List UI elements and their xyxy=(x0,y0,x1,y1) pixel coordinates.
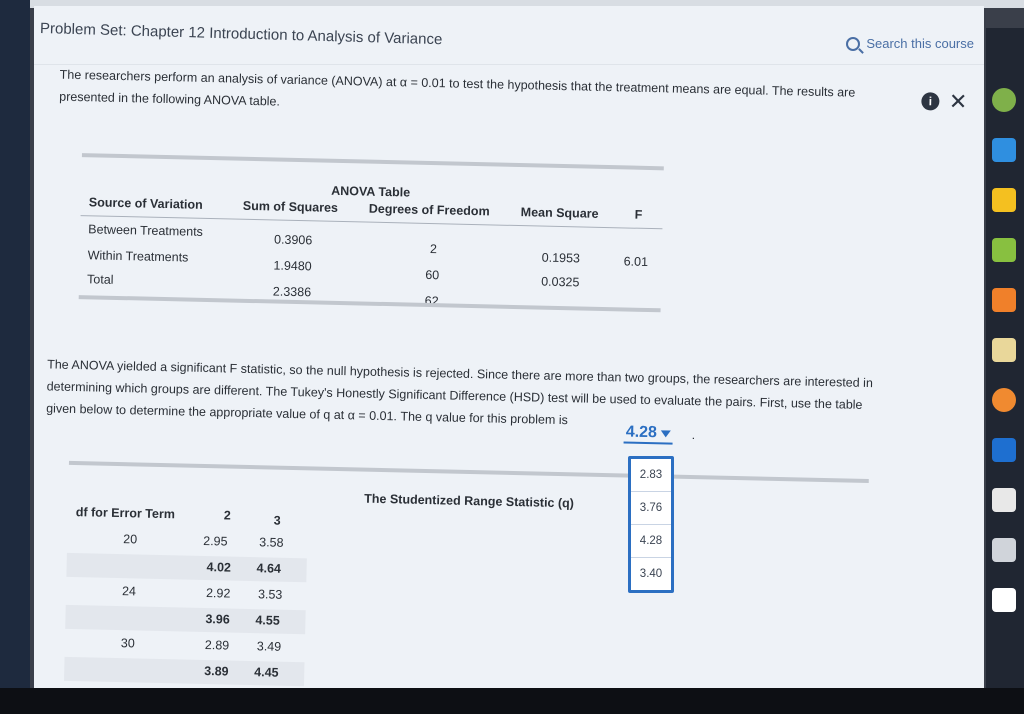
anova-header-df: Degrees of Freedom xyxy=(368,201,490,219)
table-row: 20 2.95 3.58 xyxy=(67,527,307,556)
anova-row-df: 62 xyxy=(424,293,439,309)
search-course-link[interactable]: Search this course xyxy=(846,36,974,51)
tukey-top-rule xyxy=(68,460,869,484)
anova-row-df: 60 xyxy=(425,267,440,283)
drive-icon[interactable] xyxy=(992,188,1016,212)
book-icon[interactable] xyxy=(992,438,1016,462)
tukey-cell-k3: 4.45 xyxy=(254,665,279,680)
pen-icon[interactable] xyxy=(992,238,1016,262)
table-row: 3.96 4.55 xyxy=(65,604,306,635)
table-row: 24 2.92 3.53 xyxy=(66,579,306,608)
anova-top-rule xyxy=(81,153,664,171)
title-bar: Problem Set: Chapter 12 Introduction to … xyxy=(34,6,984,65)
tukey-caption: The Studentized Range Statistic (q) xyxy=(364,491,575,511)
tukey-cell-k3: 4.55 xyxy=(255,613,280,628)
tukey-cell-k2: 4.02 xyxy=(206,560,232,575)
tukey-cell-k2: 2.95 xyxy=(203,533,228,549)
tukey-cell-k2: 3.96 xyxy=(205,612,230,627)
anova-row-ss: 0.3906 xyxy=(273,232,313,248)
anova-row-df: 2 xyxy=(429,242,438,257)
tukey-cell-k3: 3.53 xyxy=(257,587,283,602)
q-dropdown-list: 2.83 3.76 4.28 3.40 xyxy=(628,456,674,593)
anova-row-ms: 0.0325 xyxy=(541,274,580,290)
tukey-cell-df: 30 xyxy=(120,636,135,651)
tukey-cell-k2: 2.92 xyxy=(205,586,231,601)
screen-bezel-bottom xyxy=(0,688,1024,714)
problem-page: Problem Set: Chapter 12 Introduction to … xyxy=(34,6,984,688)
rss-icon[interactable] xyxy=(992,288,1016,312)
q-option[interactable]: 2.83 xyxy=(631,459,671,492)
sentence-period: . xyxy=(691,428,696,443)
info-icon[interactable]: i xyxy=(921,92,940,111)
search-icon xyxy=(846,36,861,51)
dictionary-icon[interactable] xyxy=(992,338,1016,362)
anova-row-source: Between Treatments xyxy=(88,222,204,239)
extension-rail xyxy=(986,28,1024,688)
green-circle-icon[interactable] xyxy=(992,88,1016,112)
tukey-cell-k3: 4.64 xyxy=(256,561,282,576)
anova-header-source: Source of Variation xyxy=(88,195,203,212)
tukey-table: df for Error Term 2 3 20 2.95 3.58 4.02 … xyxy=(64,505,308,687)
table-row: 4.02 4.64 xyxy=(66,552,307,583)
anova-row-source: Within Treatments xyxy=(87,248,189,265)
anova-row-f: 6.01 xyxy=(623,254,649,269)
q-option[interactable]: 3.40 xyxy=(631,558,671,590)
q-selected-value: 4.28 xyxy=(625,423,658,442)
anova-header-f: F xyxy=(634,207,643,222)
anova-bottom-rule xyxy=(78,295,661,313)
tukey-cell-k3: 3.58 xyxy=(259,535,284,550)
anova-header-ss: Sum of Squares xyxy=(242,198,339,215)
tukey-cell-k3: 3.49 xyxy=(256,639,282,654)
tukey-cell-df: 24 xyxy=(121,584,137,599)
tukey-cell-k2: 3.89 xyxy=(204,664,229,679)
search-label: Search this course xyxy=(866,36,974,51)
tukey-header-k2: 2 xyxy=(223,508,231,523)
note-icon[interactable] xyxy=(992,488,1016,512)
table-row: 3.89 4.45 xyxy=(64,656,305,687)
tukey-cell-k2: 2.89 xyxy=(204,638,230,653)
q-option[interactable]: 4.28 xyxy=(631,525,671,558)
chevron-down-icon xyxy=(660,429,671,438)
close-icon[interactable]: ✕ xyxy=(949,89,968,115)
q-value-select[interactable]: 4.28 xyxy=(623,423,674,445)
tukey-header-k3: 3 xyxy=(273,513,281,528)
intro-line-2: presented in the following ANOVA table. xyxy=(59,89,281,109)
anova-row-ms: 0.1953 xyxy=(541,250,581,266)
question-content: i ✕ The researchers perform an analysis … xyxy=(34,64,984,688)
audio-icon[interactable] xyxy=(992,538,1016,562)
cloud-icon[interactable] xyxy=(992,138,1016,162)
anova-caption: ANOVA Table xyxy=(331,183,411,200)
screen-bezel-left xyxy=(0,0,30,714)
orange-circle-icon[interactable] xyxy=(992,388,1016,412)
tukey-cell-df: 20 xyxy=(123,532,138,547)
document-icon[interactable] xyxy=(992,588,1016,612)
table-row: 30 2.89 3.49 xyxy=(65,631,305,660)
tukey-header-df: df for Error Term xyxy=(75,505,176,522)
page-title: Problem Set: Chapter 12 Introduction to … xyxy=(39,20,443,49)
anova-header-ms: Mean Square xyxy=(520,205,599,221)
anova-row-source: Total xyxy=(86,272,114,287)
anova-row-ss: 1.9480 xyxy=(273,258,312,274)
q-option[interactable]: 3.76 xyxy=(631,492,671,525)
